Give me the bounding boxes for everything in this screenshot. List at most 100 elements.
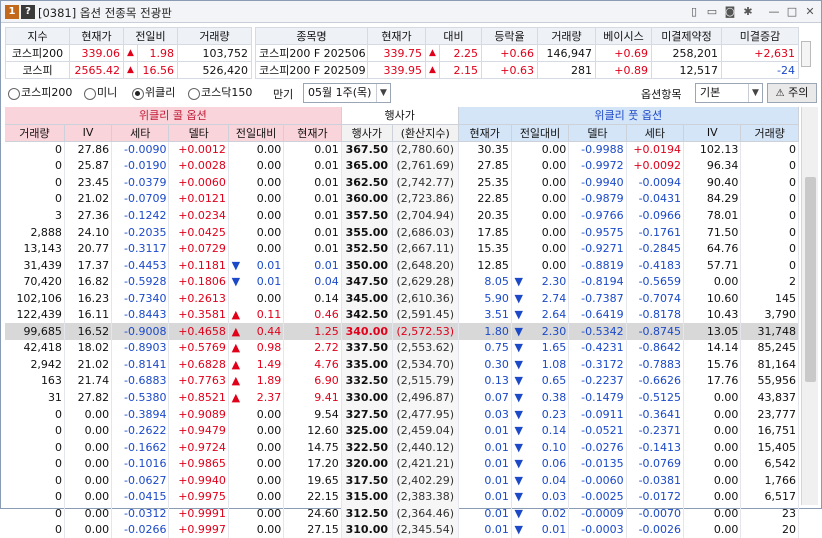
cell: 16.11 bbox=[64, 306, 113, 324]
cell: +0.0234 bbox=[168, 207, 229, 224]
option-row[interactable]: 70,420 16.82 -0.5928 +0.1806 ▼ 0.01 0.04 347.50… bbox=[5, 273, 799, 290]
futures-row[interactable]: 코스피200 F 202506 339.75 ▲ 2.25 +0.66 146,947 +0… bbox=[255, 44, 799, 62]
cell: 15,405 bbox=[740, 438, 799, 456]
help-icon[interactable]: ? bbox=[21, 5, 35, 19]
option-row[interactable]: 2,888 24.10 -0.2035 +0.0425 0.00 0.01 355.00 (2… bbox=[5, 223, 799, 241]
settings-icon[interactable]: ✱ bbox=[741, 5, 755, 19]
window-title: [0381] 옵션 전종목 전광판 bbox=[38, 6, 172, 20]
cell: +0.9997 bbox=[168, 521, 229, 538]
board-scrollbar[interactable] bbox=[801, 107, 818, 505]
cell: 27.82 bbox=[64, 389, 113, 406]
cell: 9.54 bbox=[283, 405, 342, 423]
cell: 0.01 bbox=[283, 207, 342, 224]
option-row[interactable]: 3 27.36 -0.1242 +0.0234 0.00 0.01 357.50 (2,704… bbox=[5, 207, 799, 224]
cell: 0.00 bbox=[683, 389, 742, 406]
cell: +0.0121 bbox=[168, 190, 229, 208]
index-row[interactable]: 코스피200 339.06 ▲ 1.98 103,752 bbox=[5, 44, 252, 62]
cell: 0.65 bbox=[525, 372, 570, 390]
radio-kosdaq150[interactable]: 코스닥150 bbox=[187, 85, 252, 101]
strike-price: 332.50 bbox=[341, 372, 393, 390]
screen-number-icon[interactable]: 1 bbox=[5, 5, 19, 19]
cell: 0.11 bbox=[242, 306, 285, 324]
option-item-value: 기본 bbox=[700, 86, 721, 99]
scrollbar-thumb[interactable] bbox=[805, 177, 816, 382]
option-row[interactable]: 0 21.02 -0.0709 +0.0121 0.00 0.01 360.00 (2,723… bbox=[5, 190, 799, 208]
cell: 0.00 bbox=[525, 174, 570, 191]
option-row[interactable]: 0 27.86 -0.0090 +0.0012 0.00 0.01 367.50 (2,780… bbox=[5, 141, 799, 158]
cell: -0.8903 bbox=[111, 339, 170, 357]
option-row[interactable]: 0 23.45 -0.0379 +0.0060 0.00 0.01 362.50 (2,742… bbox=[5, 174, 799, 191]
radio-weekly[interactable]: 위클리 bbox=[131, 85, 175, 101]
option-row[interactable]: 122,439 16.11 -0.8443 +0.3581 ▲ 0.11 0.46 342.5… bbox=[5, 306, 799, 324]
cell: -0.0627 bbox=[111, 471, 170, 489]
option-row[interactable]: 99,685 16.52 -0.9008 +0.4658 ▲ 0.44 1.25 340.00… bbox=[5, 323, 799, 340]
down-arrow-icon: ▼ bbox=[514, 457, 524, 471]
index-row[interactable]: 코스피 2565.42 ▲ 16.56 526,420 bbox=[5, 61, 252, 79]
cell: 22.15 bbox=[283, 488, 342, 506]
option-row[interactable]: 163 21.74 -0.6883 +0.7763 ▲ 1.89 6.90 332.50 (2,… bbox=[5, 372, 799, 390]
futures-summary-table: 종목명 현재가 대비 등락율 거래량 베이시스 미결제약정 미결증감 코스피20… bbox=[255, 27, 799, 79]
cell: +0.9089 bbox=[168, 405, 229, 423]
option-row[interactable]: 13,143 20.77 -0.3117 +0.0729 0.00 0.01 352.50(… bbox=[5, 240, 799, 257]
option-row[interactable]: 102,106 16.23 -0.7340 +0.2613 0.00 0.14 345.00… bbox=[5, 289, 799, 307]
option-row[interactable]: 0 0.00 -0.1016 +0.9865 0.00 17.20 320.00 (2,421… bbox=[5, 455, 799, 472]
option-row[interactable]: 31 27.82 -0.5380 +0.8521 ▲ 2.37 9.41 330.00 (2,4… bbox=[5, 389, 799, 406]
maximize-icon[interactable]: □ bbox=[785, 5, 799, 19]
link-icon[interactable]: ▯ bbox=[687, 5, 701, 19]
option-row[interactable]: 0 0.00 -0.3894 +0.9089 0.00 9.54 327.50 (2,477.… bbox=[5, 405, 799, 423]
cell: -0.0521 bbox=[568, 422, 627, 439]
memo-icon[interactable]: ▭ bbox=[705, 5, 719, 19]
close-icon[interactable]: ✕ bbox=[803, 5, 817, 19]
cell: (2,667.11) bbox=[392, 240, 459, 257]
strike-title: 행사가 bbox=[341, 107, 459, 125]
option-row[interactable]: 42,418 18.02 -0.8903 +0.5769 ▲ 0.98 2.72 337.50… bbox=[5, 339, 799, 357]
option-row[interactable]: 31,439 17.37 -0.4453 +0.1181 ▼ 0.01 0.01 350.00… bbox=[5, 256, 799, 274]
warning-button[interactable]: ⚠ 주의 bbox=[767, 83, 817, 103]
option-row[interactable]: 0 0.00 -0.0312 +0.9991 0.00 24.60 312.50 (2,364… bbox=[5, 505, 799, 522]
option-row[interactable]: 0 0.00 -0.0415 +0.9975 0.00 22.15 315.00 (2,383… bbox=[5, 488, 799, 506]
option-item-select[interactable]: 기본 ▼ bbox=[695, 83, 763, 103]
cell: -0.5342 bbox=[568, 323, 627, 340]
minimize-icon[interactable]: — bbox=[767, 5, 781, 19]
cell: -0.4453 bbox=[111, 256, 170, 274]
cell: 55,956 bbox=[740, 372, 799, 390]
strike-price: 347.50 bbox=[341, 273, 393, 290]
option-row[interactable]: 0 25.87 -0.0190 +0.0028 0.00 0.01 365.00 (2,761… bbox=[5, 157, 799, 175]
cell bbox=[228, 290, 242, 307]
cell: 0.01 bbox=[283, 157, 342, 175]
cell: (2,648.20) bbox=[392, 256, 459, 274]
cell: -0.0070 bbox=[626, 505, 685, 522]
cell: (2,534.70) bbox=[392, 356, 459, 373]
cell: 0.01 bbox=[458, 488, 512, 506]
col-header: 대비 bbox=[425, 27, 482, 45]
option-row[interactable]: 0 0.00 -0.0266 +0.9997 0.00 27.15 310.00 (2,345… bbox=[5, 521, 799, 538]
radio-kospi200[interactable]: 코스피200 bbox=[7, 85, 72, 101]
option-row[interactable]: 2,942 21.02 -0.8141 +0.6828 ▲ 1.49 4.76 335.00(… bbox=[5, 356, 799, 373]
cell: 0.00 bbox=[683, 273, 742, 290]
cell: 0.00 bbox=[64, 455, 113, 472]
cell: 0.00 bbox=[242, 488, 285, 506]
cell: -0.9271 bbox=[568, 240, 627, 257]
cell: -0.8178 bbox=[626, 306, 685, 324]
cell: 0 bbox=[5, 141, 65, 158]
option-row[interactable]: 0 0.00 -0.0627 +0.9940 0.00 19.65 317.50 (2,402… bbox=[5, 471, 799, 489]
cell bbox=[228, 158, 242, 175]
cell: 0.00 bbox=[525, 256, 570, 274]
camera-icon[interactable]: ◙ bbox=[723, 5, 737, 19]
cell: 4.76 bbox=[283, 356, 342, 373]
summary-scrollbar[interactable] bbox=[801, 41, 811, 67]
col-header: 행사가 bbox=[341, 124, 393, 142]
radio-mini[interactable]: 미니 bbox=[83, 85, 117, 101]
cell: 0.00 bbox=[683, 438, 742, 456]
expiry-select[interactable]: 05월 1주(목) ▼ bbox=[303, 83, 391, 103]
cell: 0.04 bbox=[283, 273, 342, 290]
cell: 0.00 bbox=[242, 521, 285, 538]
futures-row[interactable]: 코스피200 F 202509 339.95 ▲ 2.15 +0.63 281 +0.89 1… bbox=[255, 61, 799, 79]
cell: 0.00 bbox=[242, 174, 285, 191]
cell: -0.7340 bbox=[111, 289, 170, 307]
option-row[interactable]: 0 0.00 -0.1662 +0.9724 0.00 14.75 322.50 (2,440… bbox=[5, 438, 799, 456]
option-row[interactable]: 0 0.00 -0.2622 +0.9479 0.00 12.60 325.00 (2,459… bbox=[5, 422, 799, 439]
cell: 0.00 bbox=[64, 488, 113, 506]
down-arrow-icon: ▼ bbox=[514, 308, 524, 322]
cell: +0.63 bbox=[481, 61, 538, 79]
